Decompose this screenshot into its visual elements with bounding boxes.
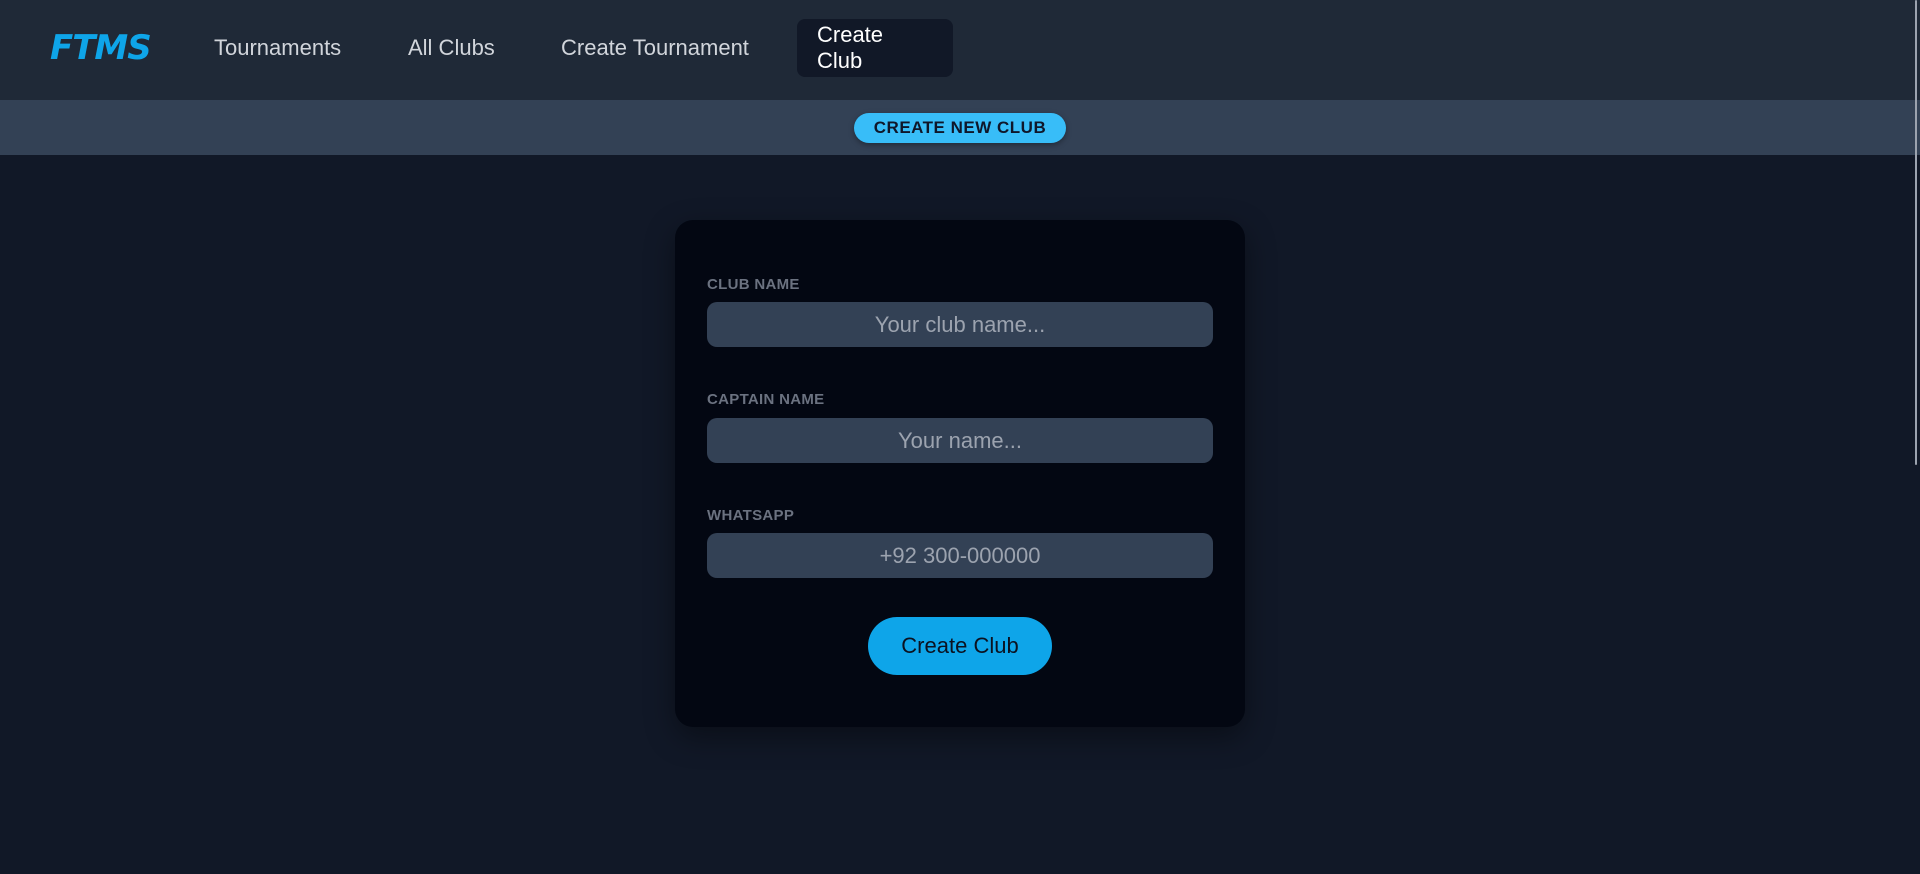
create-club-button[interactable]: Create Club xyxy=(868,617,1052,675)
nav-link-all-clubs[interactable]: All Clubs xyxy=(388,19,515,77)
ftms-logo[interactable]: FTMS xyxy=(50,28,152,68)
club-name-label: CLUB NAME xyxy=(707,276,800,293)
captain-name-label: CAPTAIN NAME xyxy=(707,391,825,408)
page-scrollbar[interactable] xyxy=(1915,0,1917,465)
whatsapp-input[interactable] xyxy=(707,533,1213,578)
captain-name-input[interactable] xyxy=(707,418,1213,463)
club-name-input[interactable] xyxy=(707,302,1213,347)
page-header-bar: CREATE NEW CLUB xyxy=(0,100,1920,155)
top-navbar: FTMS Tournaments All Clubs Create Tourna… xyxy=(0,0,1920,100)
create-club-form: CLUB NAME CAPTAIN NAME WHATSAPP Create C… xyxy=(675,220,1245,727)
whatsapp-label: WHATSAPP xyxy=(707,507,795,524)
nav-link-tournaments[interactable]: Tournaments xyxy=(194,19,361,77)
nav-link-create-tournament[interactable]: Create Tournament xyxy=(541,19,769,77)
nav-link-create-club[interactable]: Create Club xyxy=(797,19,953,77)
page-title-badge: CREATE NEW CLUB xyxy=(853,112,1067,143)
